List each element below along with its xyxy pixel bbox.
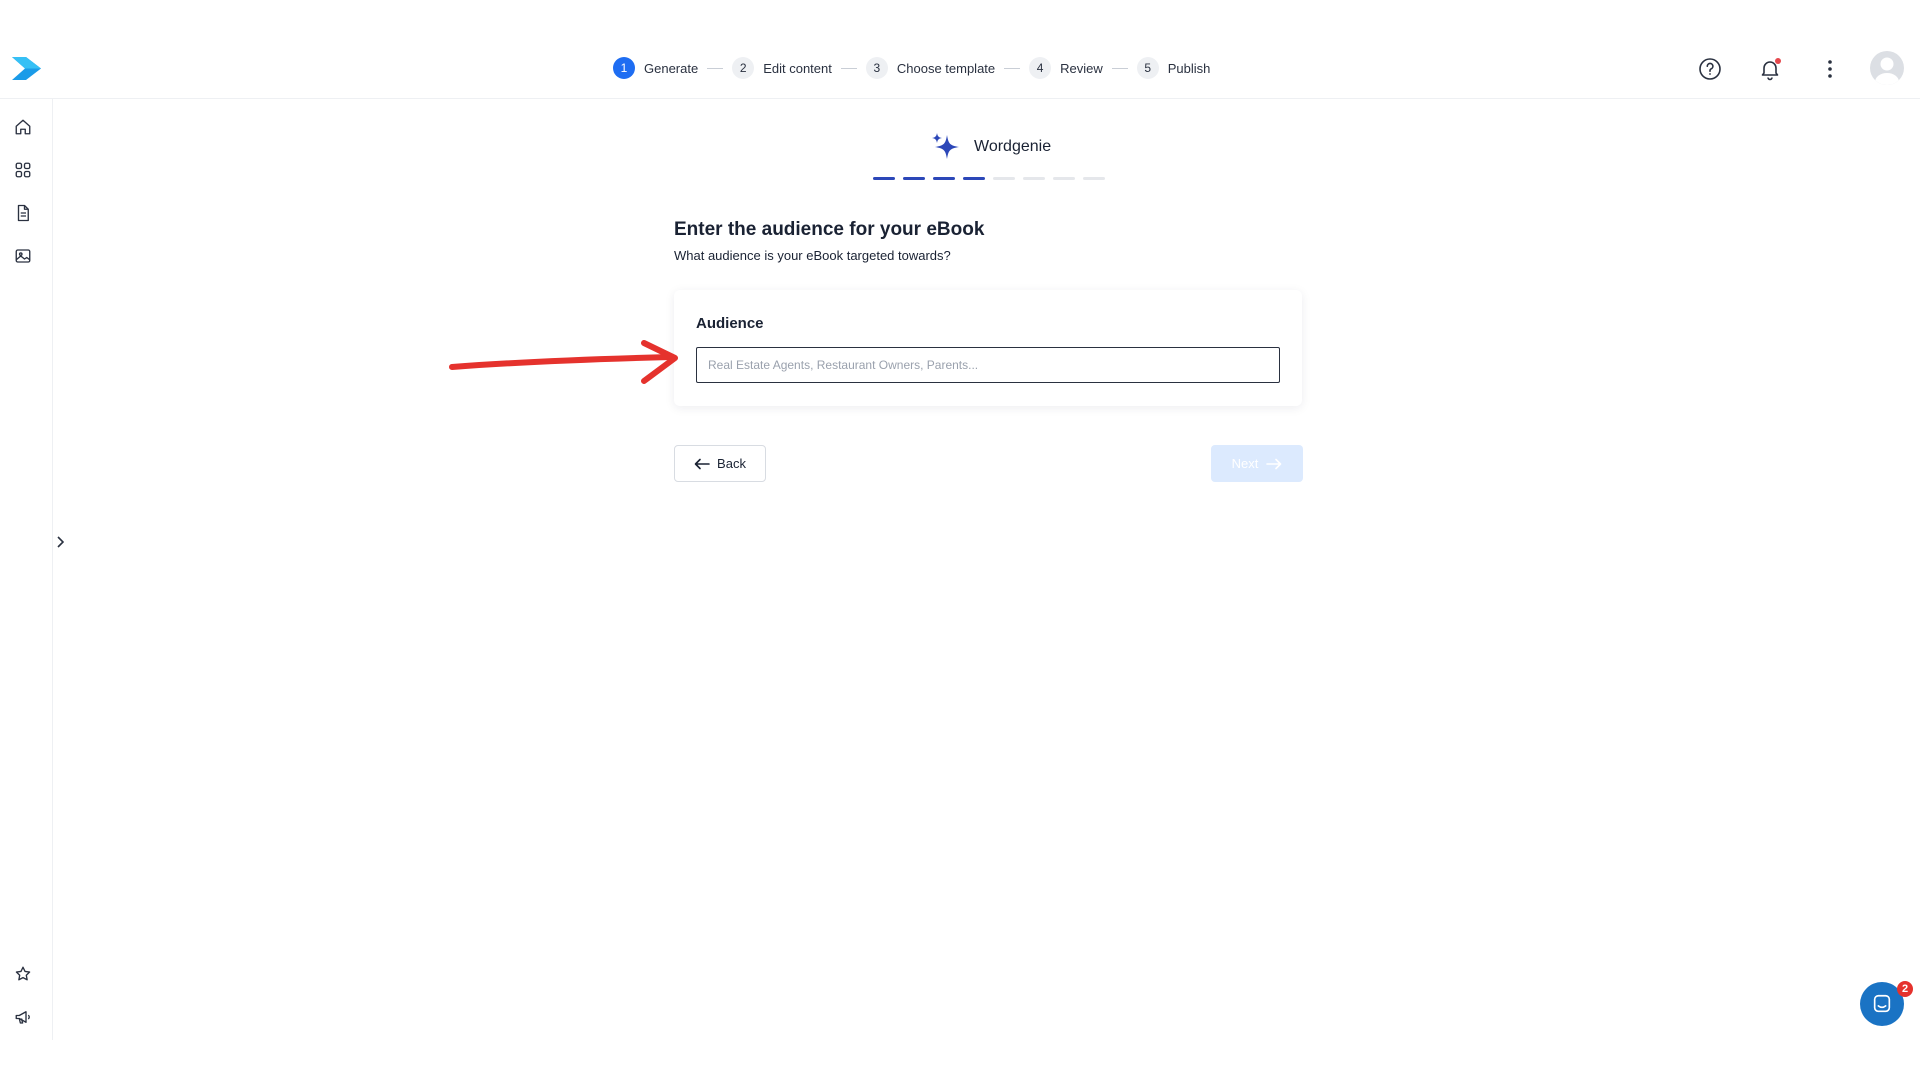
help-icon[interactable] — [1696, 55, 1724, 83]
progress-segment — [933, 177, 955, 180]
progress-segments — [873, 177, 1105, 180]
star-icon[interactable] — [12, 963, 34, 985]
bell-icon[interactable] — [1756, 55, 1784, 83]
app-logo[interactable] — [12, 57, 41, 80]
step-separator — [707, 67, 724, 69]
step-label: Publish — [1167, 60, 1211, 76]
page-subtitle: What audience is your eBook targeted tow… — [674, 248, 951, 263]
progress-segment — [1083, 177, 1105, 180]
step-separator — [1004, 67, 1021, 69]
step-review[interactable]: 4 Review — [1029, 57, 1103, 79]
progress-segment — [1023, 177, 1045, 180]
wizard-stepper: 1 Generate 2 Edit content 3 Choose templ… — [613, 56, 1210, 80]
arrow-left-icon — [694, 458, 710, 469]
progress-segment — [993, 177, 1015, 180]
wordgenie-brand: Wordgenie — [930, 132, 1051, 162]
audience-input[interactable] — [696, 347, 1280, 383]
step-label: Edit content — [763, 60, 832, 76]
next-button-label: Next — [1231, 456, 1259, 471]
top-bar: 1 Generate 2 Edit content 3 Choose templ… — [0, 0, 1920, 99]
megaphone-icon[interactable] — [12, 1006, 34, 1028]
audience-label: Audience — [696, 315, 764, 332]
step-generate[interactable]: 1 Generate — [613, 57, 698, 79]
grid-icon[interactable] — [12, 159, 34, 181]
chat-icon — [1873, 994, 1891, 1013]
step-label: Generate — [644, 60, 699, 76]
progress-segment — [903, 177, 925, 180]
home-icon[interactable] — [12, 116, 34, 138]
step-choose-template[interactable]: 3 Choose template — [865, 57, 996, 79]
sidebar — [0, 99, 53, 1040]
progress-segment — [873, 177, 895, 180]
notification-dot — [1775, 58, 1781, 64]
arrow-right-icon — [1266, 458, 1282, 469]
progress-segment — [1053, 177, 1075, 180]
step-number: 1 — [613, 57, 635, 79]
chat-unread-badge: 2 — [1897, 981, 1913, 997]
back-button[interactable]: Back — [674, 445, 766, 482]
step-number: 2 — [732, 57, 755, 79]
more-vertical-icon[interactable] — [1816, 55, 1844, 83]
document-icon[interactable] — [12, 202, 34, 224]
brand-name: Wordgenie — [974, 138, 1052, 155]
avatar[interactable] — [1870, 51, 1904, 85]
back-button-label: Back — [717, 456, 746, 471]
progress-segment — [963, 177, 985, 180]
page-title: Enter the audience for your eBook — [674, 219, 985, 240]
step-publish[interactable]: 5 Publish — [1136, 57, 1211, 79]
sparkle-icon — [932, 133, 959, 159]
step-edit-content[interactable]: 2 Edit content — [732, 57, 832, 79]
annotation-arrow — [449, 340, 678, 384]
step-separator — [840, 67, 857, 69]
sidebar-expand-button[interactable] — [52, 532, 68, 552]
step-number: 3 — [865, 57, 888, 79]
image-icon[interactable] — [12, 245, 34, 267]
step-number: 4 — [1029, 57, 1052, 79]
step-label: Choose template — [896, 60, 996, 76]
step-label: Review — [1060, 60, 1103, 76]
step-number: 5 — [1136, 57, 1159, 79]
audience-card: Audience — [674, 290, 1302, 406]
step-separator — [1111, 67, 1128, 69]
next-button[interactable]: Next — [1211, 445, 1303, 482]
